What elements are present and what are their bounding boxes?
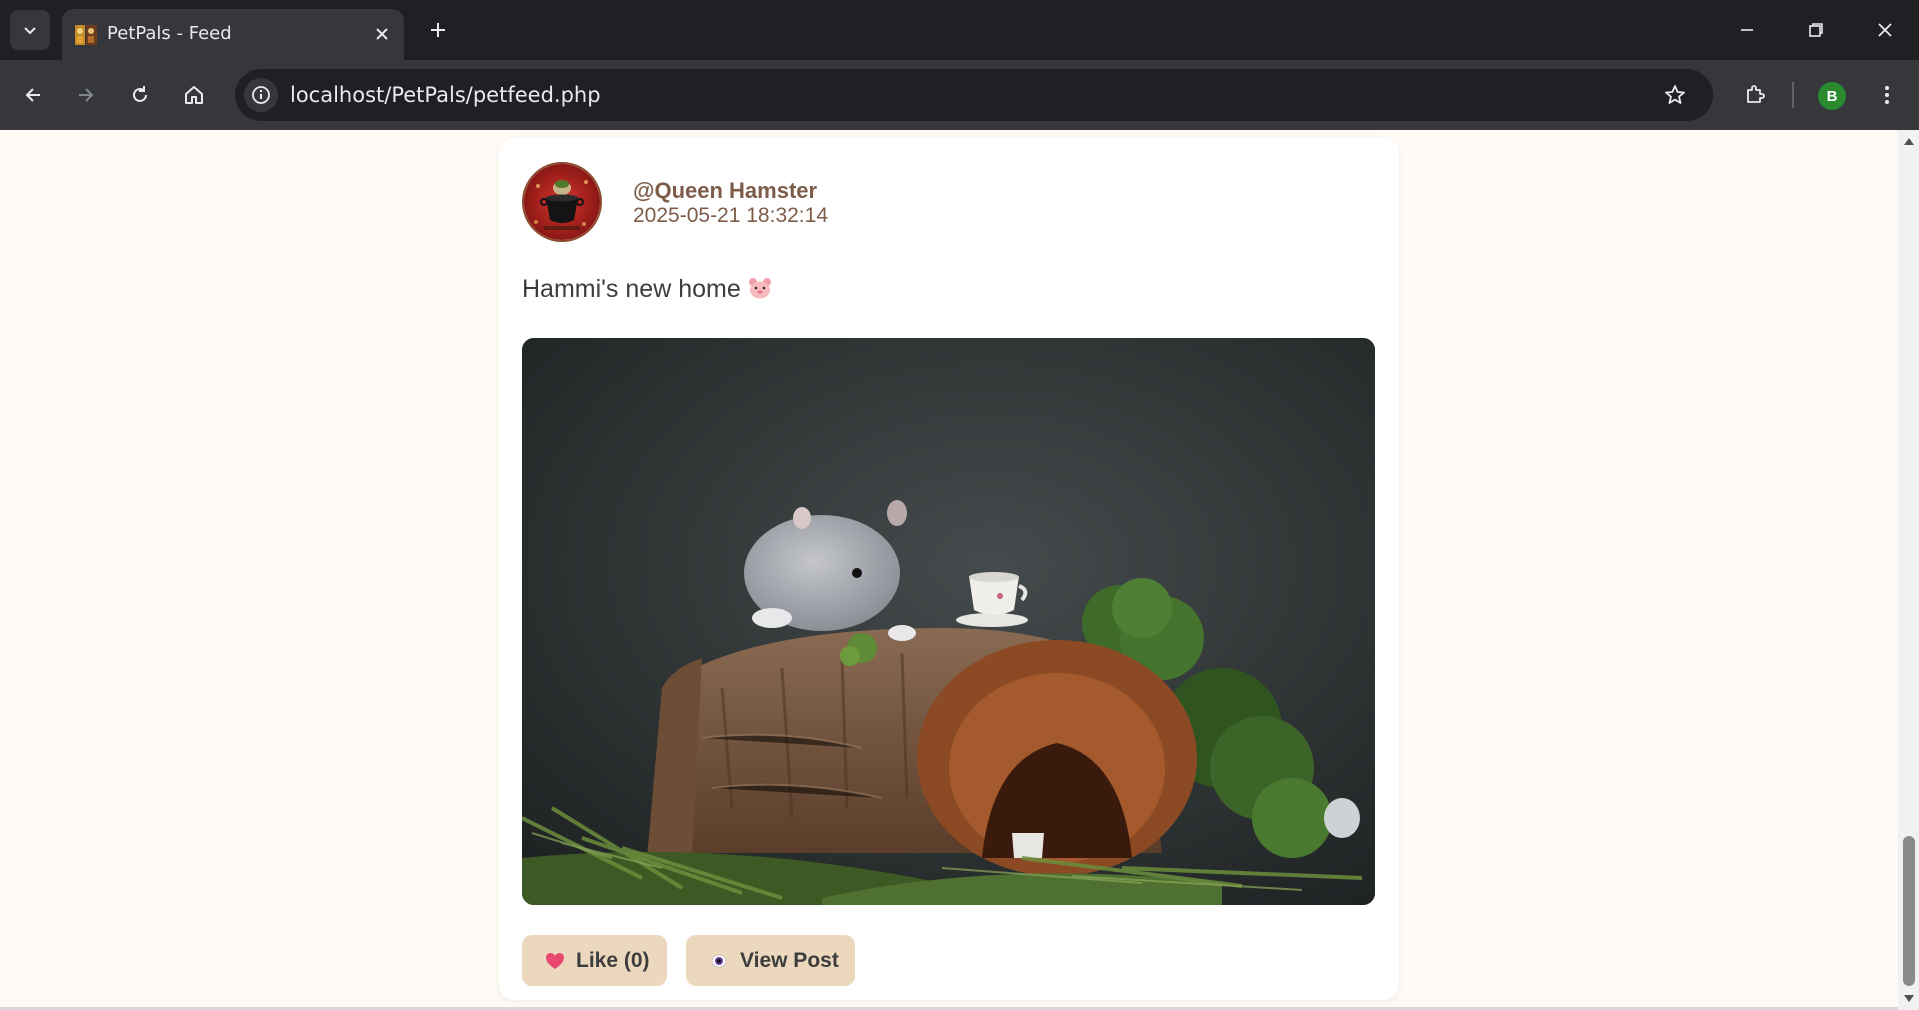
chevron-down-icon [24, 27, 36, 35]
browser-toolbar: localhost/PetPals/petfeed.php B [0, 60, 1919, 130]
hamster-face-icon [747, 275, 773, 309]
close-icon [376, 28, 388, 40]
eye-icon [708, 950, 730, 972]
address-bar[interactable]: localhost/PetPals/petfeed.php [235, 69, 1713, 121]
browser-tab-bar: PetPals - Feed [0, 0, 1919, 60]
arrow-right-icon [79, 88, 94, 102]
back-button[interactable] [13, 75, 53, 115]
plus-icon [431, 23, 445, 37]
star-icon [1665, 85, 1685, 104]
more-vertical-icon [1885, 86, 1889, 104]
home-icon [185, 86, 203, 104]
info-icon [252, 86, 270, 104]
heart-icon [544, 950, 566, 972]
puzzle-piece-icon [1747, 85, 1765, 103]
scroll-up-button[interactable] [1898, 132, 1919, 150]
forward-button[interactable] [66, 75, 106, 115]
post-username[interactable]: @Queen Hamster [633, 178, 817, 204]
url-text[interactable]: localhost/PetPals/petfeed.php [290, 82, 601, 108]
site-info-button[interactable] [244, 78, 278, 112]
post-image[interactable] [522, 338, 1375, 905]
post-caption: Hammi's new home [522, 273, 773, 309]
user-avatar[interactable] [522, 162, 602, 242]
triangle-up-icon [1903, 138, 1914, 145]
tab-search-button[interactable] [10, 10, 50, 50]
restore-icon [1809, 23, 1823, 37]
minimize-icon [1741, 29, 1753, 31]
toolbar-separator [1792, 82, 1794, 108]
bookmark-button[interactable] [1657, 77, 1693, 113]
vertical-scrollbar[interactable] [1898, 130, 1919, 1010]
post-timestamp: 2025-05-21 18:32:14 [633, 204, 828, 227]
post-caption-text: Hammi's new home [522, 275, 741, 303]
profile-avatar[interactable]: B [1818, 82, 1846, 110]
view-post-button[interactable]: View Post [686, 935, 855, 986]
like-button-label: Like (0) [576, 948, 650, 972]
browser-menu-button[interactable] [1867, 75, 1907, 115]
home-button[interactable] [174, 75, 214, 115]
arrow-left-icon [25, 88, 40, 102]
minimize-button[interactable] [1727, 10, 1767, 50]
close-icon [1878, 23, 1892, 37]
petpals-favicon-icon [75, 25, 97, 45]
restore-button[interactable] [1796, 10, 1836, 50]
page-viewport: @Queen Hamster 2025-05-21 18:32:14 Hammi… [0, 130, 1898, 1010]
view-post-button-label: View Post [740, 948, 839, 972]
tab-title: PetPals - Feed [107, 23, 232, 44]
active-tab[interactable]: PetPals - Feed [62, 9, 404, 60]
post-card: @Queen Hamster 2025-05-21 18:32:14 Hammi… [499, 138, 1399, 1000]
scroll-down-button[interactable] [1898, 990, 1919, 1008]
new-tab-button[interactable] [422, 14, 454, 46]
reload-icon [133, 86, 147, 102]
like-button[interactable]: Like (0) [522, 935, 667, 986]
extensions-button[interactable] [1735, 75, 1775, 115]
tab-close-button[interactable] [370, 22, 394, 46]
reload-button[interactable] [120, 75, 160, 115]
close-window-button[interactable] [1865, 10, 1905, 50]
scrollbar-thumb[interactable] [1903, 836, 1915, 986]
triangle-down-icon [1903, 995, 1914, 1002]
